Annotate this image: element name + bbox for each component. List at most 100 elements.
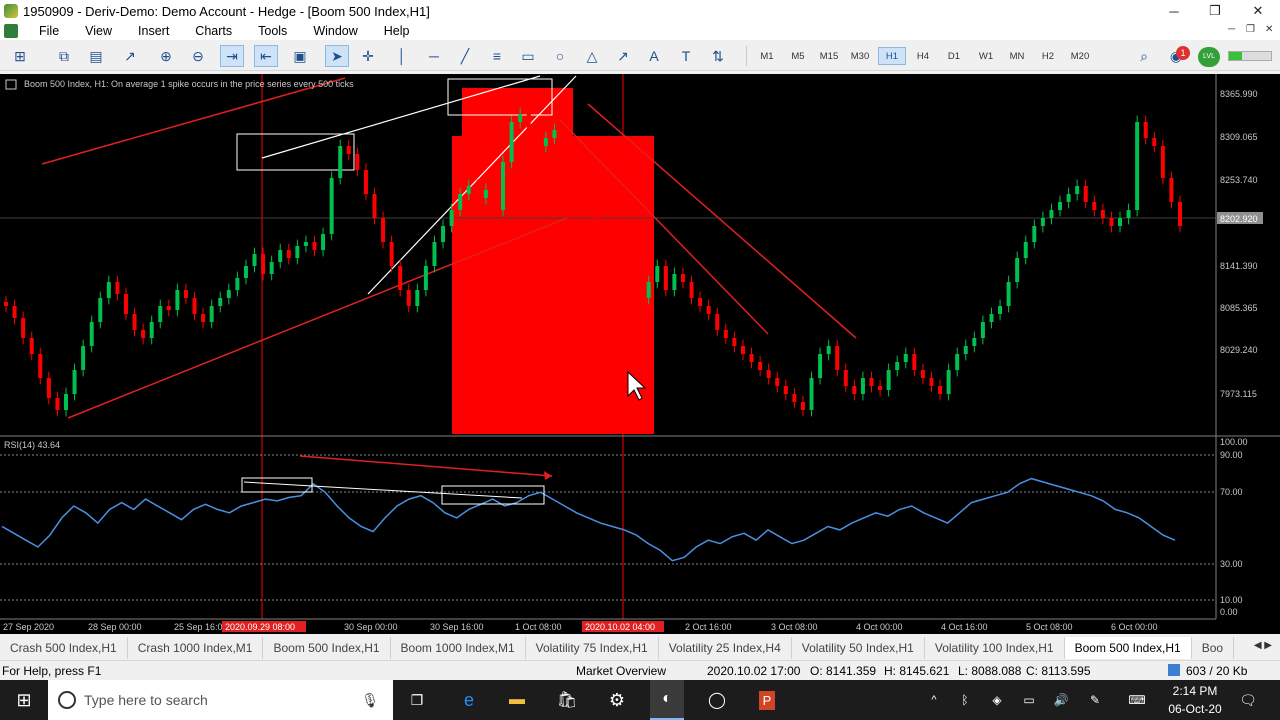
menu-help[interactable]: Help bbox=[371, 24, 423, 38]
battery-icon[interactable]: ▭ bbox=[1018, 680, 1040, 720]
chart-area[interactable]: 8365.990 8309.065 8253.740 8202.920 8141… bbox=[0, 74, 1280, 634]
menu-tools[interactable]: Tools bbox=[245, 24, 300, 38]
candle-body bbox=[106, 282, 111, 298]
tab-volatility-75[interactable]: Volatility 75 Index,H1 bbox=[526, 637, 659, 659]
tray-app-icon[interactable]: ◈ bbox=[986, 680, 1008, 720]
tab-crash-500[interactable]: Crash 500 Index,H1 bbox=[0, 637, 128, 659]
tab-boom-500[interactable]: Boom 500 Index,H1 bbox=[263, 637, 391, 659]
screenshot-icon[interactable]: ▣ bbox=[288, 45, 312, 67]
edge-browser-icon[interactable]: e bbox=[452, 680, 486, 720]
candle-body bbox=[1126, 210, 1131, 218]
keyboard-icon[interactable]: ⌨ bbox=[1124, 680, 1150, 720]
candle-body bbox=[561, 130, 566, 146]
minimize-button[interactable]: ─ bbox=[1152, 0, 1196, 22]
candle-body bbox=[535, 130, 540, 146]
candle-body bbox=[869, 378, 874, 386]
arrows-icon[interactable]: ⇅ bbox=[706, 45, 730, 67]
menu-view[interactable]: View bbox=[72, 24, 125, 38]
timeframe-m15[interactable]: M15 bbox=[815, 47, 843, 65]
candle-body bbox=[826, 346, 831, 354]
file-explorer-icon[interactable]: ▬ bbox=[500, 680, 534, 720]
time-label: 4 Oct 16:00 bbox=[941, 622, 988, 632]
clock-date[interactable]: 06-Oct-20 bbox=[1164, 702, 1226, 716]
menu-insert[interactable]: Insert bbox=[125, 24, 182, 38]
chart-shift-icon[interactable]: ⇤ bbox=[254, 45, 278, 67]
tab-volatility-50[interactable]: Volatility 50 Index,H1 bbox=[792, 637, 925, 659]
horizontal-line-icon[interactable]: ─ bbox=[422, 45, 446, 67]
windows-start-icon[interactable]: ⊞ bbox=[8, 680, 40, 720]
tab-boom-partial[interactable]: Boo bbox=[1192, 637, 1235, 659]
price-label: 8029.240 bbox=[1220, 345, 1258, 355]
cursor-icon[interactable]: ➤ bbox=[325, 45, 349, 67]
zoom-out-icon[interactable]: ⊖ bbox=[186, 45, 210, 67]
search-icon[interactable]: ⌕ bbox=[1132, 45, 1156, 67]
taskbar-search[interactable]: Type here to search 🎙 bbox=[48, 680, 393, 720]
candle-body bbox=[886, 370, 891, 390]
new-chart-icon[interactable]: ⊞ bbox=[8, 45, 32, 67]
timeframe-m20[interactable]: M20 bbox=[1066, 47, 1094, 65]
ellipse-icon[interactable]: ○ bbox=[548, 45, 572, 67]
timeframe-h2[interactable]: H2 bbox=[1034, 47, 1062, 65]
triangle-icon[interactable]: △ bbox=[580, 45, 604, 67]
text-label-icon[interactable]: T bbox=[674, 45, 698, 67]
candle-body bbox=[552, 130, 557, 138]
autoscroll-icon[interactable]: ⇥ bbox=[220, 45, 244, 67]
timeframe-m5[interactable]: M5 bbox=[784, 47, 812, 65]
menu-window[interactable]: Window bbox=[300, 24, 370, 38]
bluetooth-icon[interactable]: ᛒ bbox=[954, 680, 976, 720]
candle-body bbox=[809, 378, 814, 410]
app-circle-icon[interactable]: ◯ bbox=[700, 680, 734, 720]
vertical-line-icon[interactable]: │ bbox=[390, 45, 414, 67]
timeframe-h4[interactable]: H4 bbox=[909, 47, 937, 65]
candle-body bbox=[252, 254, 257, 266]
tray-chevron-icon[interactable]: ^ bbox=[924, 680, 944, 720]
microphone-icon[interactable]: 🎙 bbox=[361, 692, 379, 709]
volume-icon[interactable]: 🔊 bbox=[1050, 680, 1072, 720]
action-center-icon[interactable]: 🗨 bbox=[1236, 680, 1260, 720]
metatrader-icon[interactable]: ◐ bbox=[650, 680, 684, 720]
templates-icon[interactable]: ▤ bbox=[84, 45, 108, 67]
timeframe-m1[interactable]: M1 bbox=[753, 47, 781, 65]
tab-boom-500-active[interactable]: Boom 500 Index,H1 bbox=[1064, 637, 1192, 659]
tab-volatility-100[interactable]: Volatility 100 Index,H1 bbox=[925, 637, 1065, 659]
timeframe-w1[interactable]: W1 bbox=[972, 47, 1000, 65]
menu-charts[interactable]: Charts bbox=[182, 24, 245, 38]
clock-time[interactable]: 2:14 PM bbox=[1168, 684, 1222, 698]
timeframe-h1[interactable]: H1 bbox=[878, 47, 906, 65]
timeframe-m30[interactable]: M30 bbox=[846, 47, 874, 65]
tab-volatility-25[interactable]: Volatility 25 Index,H4 bbox=[659, 637, 792, 659]
pen-icon[interactable]: ✎ bbox=[1084, 680, 1106, 720]
candle-body bbox=[63, 394, 68, 410]
timeframe-d1[interactable]: D1 bbox=[940, 47, 968, 65]
arrow-line-icon[interactable]: ↗ bbox=[611, 45, 635, 67]
mdi-restore-button[interactable]: ❐ bbox=[1246, 24, 1255, 35]
status-profile: Market Overview bbox=[576, 664, 667, 678]
zoom-in-icon[interactable]: ⊕ bbox=[154, 45, 178, 67]
tab-crash-1000[interactable]: Crash 1000 Index,M1 bbox=[128, 637, 264, 659]
maximize-button[interactable]: ❐ bbox=[1193, 0, 1237, 22]
close-button[interactable]: ✕ bbox=[1236, 0, 1280, 22]
profiles-icon[interactable]: ⧉ bbox=[52, 45, 76, 67]
candle-body bbox=[638, 290, 643, 298]
menu-file[interactable]: File bbox=[26, 24, 72, 38]
store-icon[interactable]: 🛍 bbox=[550, 680, 584, 720]
rectangle-icon[interactable]: ▭ bbox=[516, 45, 540, 67]
candle-body bbox=[1160, 146, 1165, 178]
timeframe-mn[interactable]: MN bbox=[1003, 47, 1031, 65]
indicators-icon[interactable]: ↗ bbox=[118, 45, 142, 67]
powerpoint-icon[interactable]: P bbox=[750, 680, 784, 720]
trendline-icon[interactable]: ╱ bbox=[453, 45, 477, 67]
candle-body bbox=[141, 330, 146, 338]
text-icon[interactable]: A bbox=[642, 45, 666, 67]
tab-boom-1000[interactable]: Boom 1000 Index,M1 bbox=[391, 637, 526, 659]
candle-body bbox=[389, 242, 394, 266]
channel-icon[interactable]: ≡ bbox=[485, 45, 509, 67]
mdi-minimize-button[interactable]: ─ bbox=[1228, 24, 1235, 35]
mdi-close-button[interactable]: ✕ bbox=[1265, 24, 1273, 35]
task-view-icon[interactable]: ❐ bbox=[400, 680, 434, 720]
crosshair-icon[interactable]: ✛ bbox=[356, 45, 380, 67]
crosshair-time-label: 2020.10.02 04:00 bbox=[585, 622, 655, 632]
rsi-white-trendline bbox=[243, 481, 523, 499]
tab-scroll-arrows[interactable]: ◀ ▶ bbox=[1254, 640, 1272, 651]
settings-gear-icon[interactable]: ⚙ bbox=[600, 680, 634, 720]
